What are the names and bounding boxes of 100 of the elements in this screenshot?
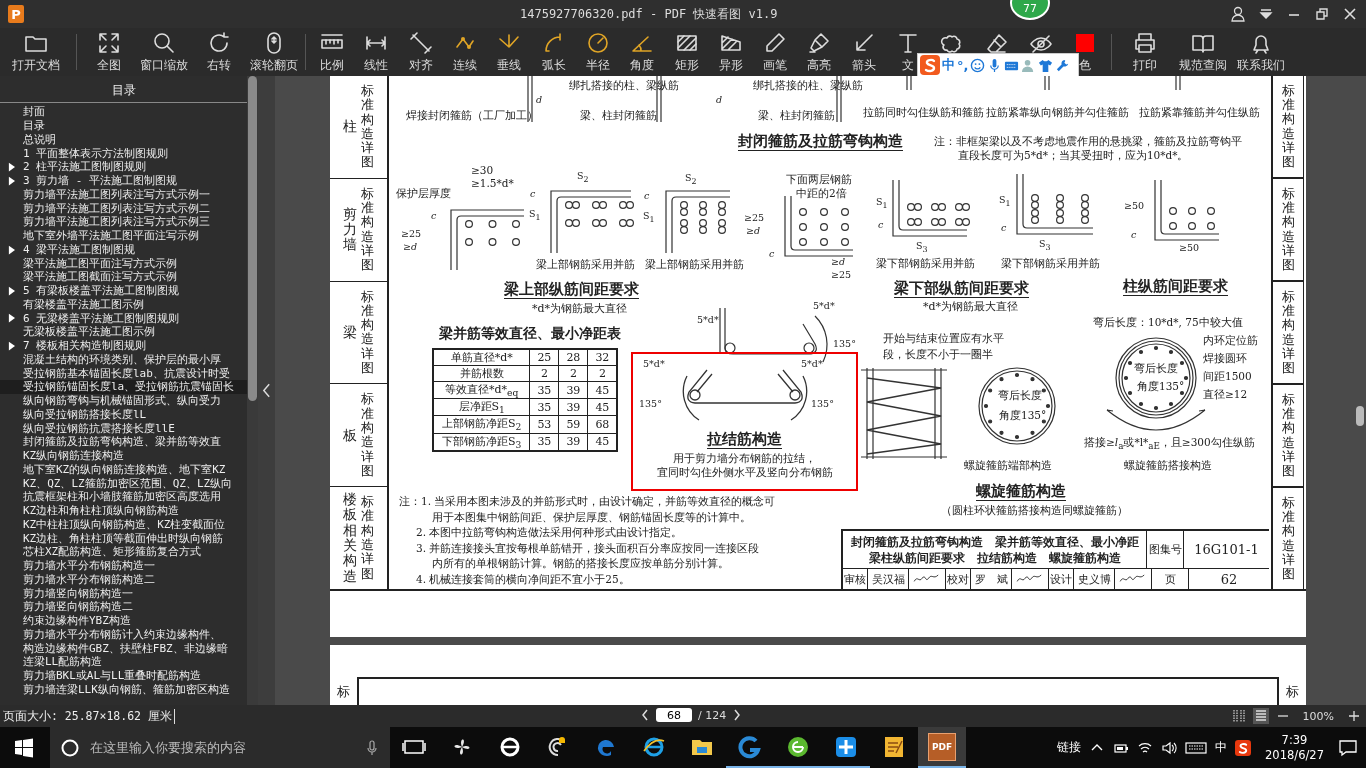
outline-item[interactable]: 混凝土结构的环境类别、保护层的最小厚 [0, 352, 247, 367]
toolbar-button[interactable]: 对齐 [398, 28, 443, 76]
toolbar-button[interactable]: 打开文档 [0, 28, 72, 76]
toolbar-button[interactable]: 弧长 [531, 28, 576, 76]
zoom-in-icon[interactable] [1346, 708, 1362, 724]
toolbar-button[interactable]: 规范查阅 [1174, 28, 1233, 76]
outline-item[interactable]: 剪力墙BKL或AL与LL重叠时配筋构造 [0, 668, 247, 683]
taskbar-search-field[interactable]: 在这里输入你要搜索的内容 [88, 739, 356, 756]
collapse-panel-icon[interactable] [262, 383, 271, 398]
toolbar-button[interactable]: 异形 [708, 28, 753, 76]
restore-icon[interactable] [1314, 6, 1330, 22]
outline-item[interactable]: 梁平法施工图截面注写方式示例 [0, 270, 247, 284]
taskbar-search-box[interactable]: 在这里输入你要搜索的内容 [50, 727, 390, 768]
close-icon[interactable] [1342, 6, 1358, 22]
shirt-icon[interactable] [1038, 57, 1054, 73]
scrollbar-thumb[interactable] [248, 76, 257, 401]
punctuation-toggle[interactable]: °, [957, 57, 969, 73]
outline-item[interactable]: 1 平面整体表示方法制图规则 [0, 146, 247, 160]
windows-start-icon[interactable] [14, 737, 34, 758]
outline-item[interactable]: 封闭箍筋及拉筋弯钩构造、梁并筋等效直 [0, 435, 247, 449]
outline-item[interactable]: 6 无梁楼盖平法施工图制图规则 [0, 311, 247, 325]
input-mode-toggle[interactable]: 中 [942, 56, 955, 74]
two-page-view-icon[interactable] [1230, 708, 1247, 724]
toolbar-button[interactable]: 半径 [575, 28, 621, 76]
toolbar-button[interactable]: 滚轮翻页 [246, 28, 301, 76]
outline-item[interactable]: 2 柱平法施工图制图规则 [0, 160, 247, 174]
outline-item[interactable]: 剪力墙水平分布钢筋构造一 [0, 558, 247, 573]
outline-item[interactable]: 剪力墙水平分布钢筋计入约束边缘构件、 [0, 627, 247, 642]
toolbar-button[interactable]: 全图 [81, 28, 136, 76]
toolbar-button[interactable]: 高亮 [797, 28, 842, 76]
toolbar-button[interactable]: 色 [1063, 28, 1108, 76]
outline-item[interactable]: 受拉钢筋基本锚固长度lab、抗震设计时受 [0, 366, 247, 380]
toolbar-button[interactable]: 联系我们 [1232, 28, 1291, 76]
outline-item[interactable]: 剪力墙平法施工图列表注写方式示例一 [0, 187, 247, 202]
wrench-icon[interactable] [1055, 57, 1071, 73]
microphone-icon[interactable] [364, 739, 380, 756]
outline-item[interactable]: 目录 [0, 118, 247, 133]
outline-item[interactable]: 剪力墙竖向钢筋构造一 [0, 586, 247, 600]
outline-item[interactable]: 地下室外墙平法施工图平面注写示例 [0, 228, 247, 243]
outline-item[interactable]: 受拉钢筋锚固长度la、受拉钢筋抗震锚固长 [0, 380, 247, 394]
expand-arrow-icon[interactable] [8, 175, 15, 186]
toolbar-button[interactable]: 文 [885, 28, 931, 76]
scrollbar-thumb[interactable] [1356, 406, 1364, 426]
input-language-indicator[interactable]: 中 [1215, 739, 1228, 756]
clock-date[interactable]: 2018/6/27 [1265, 747, 1324, 763]
outline-item[interactable]: 抗震框架柱和小墙肢箍筋加密区高度选用 [0, 490, 247, 504]
toolbar-button[interactable]: 角度 [620, 28, 665, 76]
toolbar-button[interactable]: 打印 [1116, 28, 1175, 76]
outline-item[interactable]: 无梁板楼盖平法施工图示例 [0, 325, 247, 339]
outline-item[interactable]: KZ中柱柱顶纵向钢筋构造、KZ柱变截面位 [0, 517, 247, 532]
outline-item[interactable]: 总说明 [0, 132, 247, 147]
outline-item[interactable]: 剪力墙连梁LLK纵向钢筋、箍筋加密区构造 [0, 682, 247, 697]
toolbar-button[interactable]: 右转 [191, 28, 246, 76]
toolbar-button[interactable]: 垂线 [487, 28, 532, 76]
outline-item[interactable]: 封面 [0, 105, 247, 119]
outline-item[interactable]: 梁平法施工图平面注写方式示例 [0, 256, 247, 270]
links-toolbar-label[interactable]: 链接 [1057, 739, 1082, 756]
outline-item[interactable]: 构造边缘构件GBZ、扶壁柱FBZ、非边缘暗 [0, 641, 247, 655]
toolbar-button[interactable]: 画笔 [752, 28, 798, 76]
taskbar-app[interactable]: PDF [918, 727, 966, 768]
outline-item[interactable]: 纵向钢筋弯钩与机械锚固形式、纵向受力 [0, 393, 247, 408]
outline-item[interactable]: KZ纵向钢筋连接构造 [0, 448, 247, 463]
sogou-logo-icon[interactable] [1235, 739, 1252, 756]
outline-item[interactable]: 纵向受拉钢筋搭接长度lL [0, 407, 247, 422]
outline-item[interactable]: 连梁LL配筋构造 [0, 655, 247, 669]
toolbar-button[interactable]: 箭头 [841, 28, 886, 76]
outline-item[interactable]: KZ边柱、角柱柱顶等截面伸出时纵向钢筋 [0, 531, 247, 545]
notification-icon[interactable] [1338, 737, 1358, 758]
outline-item[interactable]: 4 梁平法施工图制图规 [0, 242, 247, 257]
outline-item[interactable]: 3 剪力墙 - 平法施工图制图规 [0, 173, 247, 188]
outline-item[interactable]: 地下室KZ的纵向钢筋连接构造、地下室KZ [0, 462, 247, 477]
single-page-view-icon[interactable] [1252, 708, 1269, 724]
outline-item[interactable]: 纵向受拉钢筋抗震搭接长度llE [0, 421, 247, 435]
toolbar-button[interactable]: 矩形 [664, 28, 709, 76]
outline-item[interactable]: 剪力墙平法施工图列表注写方式示例二 [0, 201, 247, 215]
volume-icon[interactable] [1161, 739, 1178, 756]
next-page-icon[interactable] [732, 707, 743, 723]
toolbar-button[interactable]: 窗口缩放 [136, 28, 191, 76]
outline-item[interactable]: KZ、QZ、LZ箍筋加密区范围、QZ、LZ纵向 [0, 476, 247, 490]
user-icon[interactable] [1230, 6, 1246, 22]
toolbar-button[interactable]: 连续 [442, 28, 488, 76]
outline-item[interactable]: 7 楼板相关构造制图规则 [0, 338, 247, 353]
smiley-icon[interactable] [970, 57, 986, 73]
outline-item[interactable]: 5 有梁板楼盖平法施工图制图规 [0, 283, 247, 298]
toolbar-button[interactable]: 线性 [354, 28, 399, 76]
toolbar-button[interactable]: 比例 [310, 28, 355, 76]
outline-item[interactable]: 剪力墙水平分布钢筋构造二 [0, 572, 247, 587]
outline-item[interactable]: 剪力墙竖向钢筋构造二 [0, 600, 247, 614]
keyboard-icon[interactable] [1185, 739, 1208, 756]
expand-arrow-icon[interactable] [8, 285, 15, 296]
outline-item[interactable]: 有梁楼盖平法施工图示例 [0, 297, 247, 312]
outline-item[interactable]: 约束边缘构件YBZ构造 [0, 613, 247, 628]
expand-arrow-icon[interactable] [8, 313, 15, 324]
previous-page-icon[interactable] [640, 707, 650, 723]
page-number-field[interactable]: 68 [656, 708, 692, 722]
clock-time[interactable]: 7:39 [1281, 732, 1308, 748]
outline-item[interactable]: 剪力墙平法施工图列表注写方式示例三 [0, 215, 247, 229]
expand-arrow-icon[interactable] [8, 244, 15, 255]
expand-arrow-icon[interactable] [8, 340, 15, 351]
outline-item[interactable]: KZ边柱和角柱柱顶纵向钢筋构造 [0, 503, 247, 518]
